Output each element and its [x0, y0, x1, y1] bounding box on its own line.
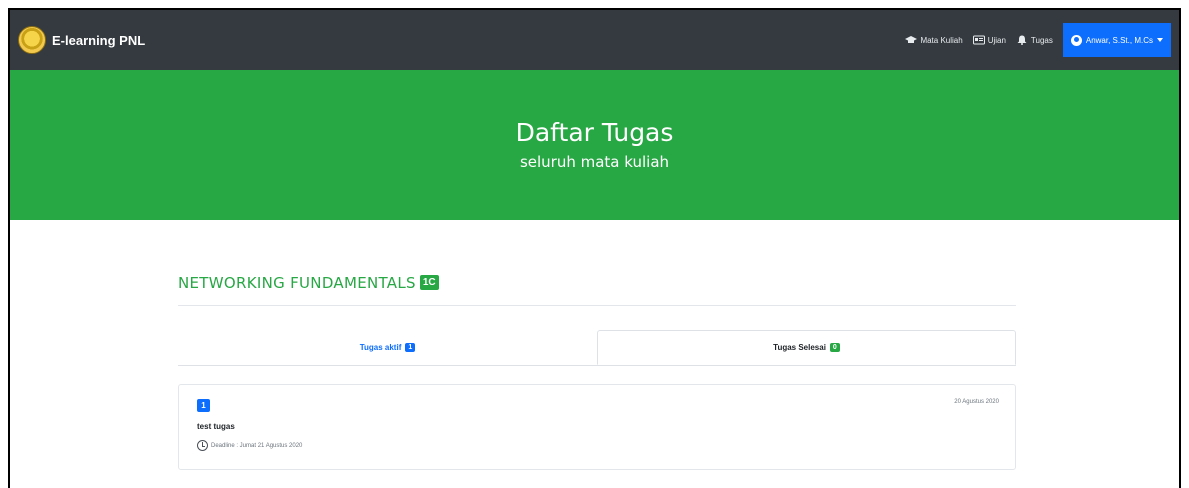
- task-deadline: Deadline : Jumat 21 Agustus 2020: [197, 440, 302, 451]
- nav-ujian[interactable]: Ujian: [972, 35, 1006, 45]
- tab-tugas-aktif[interactable]: Tugas aktif 1: [178, 330, 597, 365]
- nav-mata-kuliah[interactable]: Mata Kuliah: [905, 35, 963, 45]
- graduation-cap-icon: [905, 36, 918, 43]
- nav-mata-kuliah-label: Mata Kuliah: [920, 35, 963, 45]
- tab-tugas-selesai-label: Tugas Selesai: [773, 343, 826, 352]
- page-hero: Daftar Tugas seluruh mata kuliah: [10, 70, 1179, 220]
- pnl-logo-icon: [18, 26, 46, 54]
- task-deadline-text: Deadline : Jumat 21 Agustus 2020: [211, 442, 303, 449]
- browser-frame: E-learning PNL Mata Kuliah Ujian Tugas A…: [8, 8, 1181, 488]
- navbar: E-learning PNL Mata Kuliah Ujian Tugas A…: [10, 10, 1179, 70]
- tab-tugas-aktif-label: Tugas aktif: [359, 343, 402, 352]
- nav-ujian-label: Ujian: [987, 35, 1006, 45]
- brand[interactable]: E-learning PNL: [18, 26, 145, 54]
- nav-tugas-label: Tugas: [1030, 35, 1053, 45]
- user-menu-button[interactable]: Anwar, S.St., M.Cs: [1062, 23, 1171, 57]
- course-code-badge: 1C: [419, 275, 439, 290]
- done-count-badge: 0: [829, 343, 840, 352]
- nav-tugas[interactable]: Tugas: [1016, 35, 1053, 45]
- brand-name: E-learning PNL: [52, 32, 146, 48]
- user-name: Anwar, S.St., M.Cs: [1085, 35, 1153, 45]
- page-title: Daftar Tugas: [515, 118, 674, 147]
- page-subtitle: seluruh mata kuliah: [519, 153, 670, 171]
- id-card-icon: [972, 35, 985, 45]
- bell-icon: [1017, 35, 1027, 45]
- nav-links: Mata Kuliah Ujian Tugas Anwar, S.St., M.…: [905, 10, 1171, 70]
- course-header: NETWORKING FUNDAMENTALS 1C: [178, 274, 1016, 306]
- task-title[interactable]: test tugas: [197, 422, 235, 431]
- user-circle-icon: [1070, 34, 1082, 46]
- clock-icon: [197, 440, 208, 451]
- task-tabs: Tugas aktif 1 Tugas Selesai 0: [178, 330, 1016, 366]
- tab-tugas-selesai[interactable]: Tugas Selesai 0: [597, 330, 1016, 365]
- active-count-badge: 1: [405, 343, 416, 352]
- task-card[interactable]: 1 20 Agustus 2020 test tugas Deadline : …: [178, 384, 1016, 470]
- task-number-badge: 1: [197, 399, 210, 412]
- course-title: NETWORKING FUNDAMENTALS: [178, 274, 416, 292]
- caret-down-icon: [1157, 38, 1163, 42]
- task-date: 20 Agustus 2020: [954, 399, 999, 405]
